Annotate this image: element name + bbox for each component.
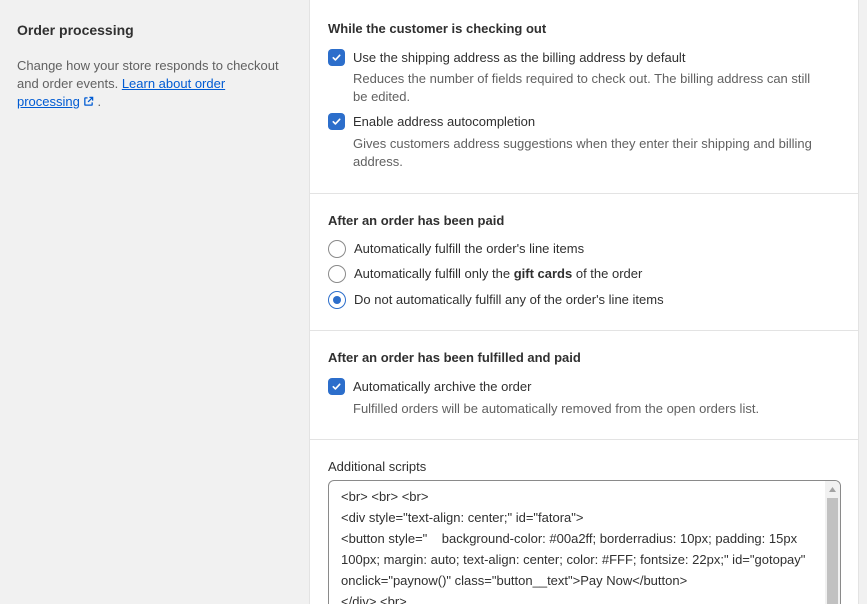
script-content[interactable]: <br> <br> <br> <div style="text-align: ce… [341,486,821,604]
do-not-fulfill-label[interactable]: Do not automatically fulfill any of the … [354,291,664,309]
script-line-3[interactable]: <button style=" background-color: #00a2f… [341,528,821,591]
checkmark-icon [332,383,341,390]
settings-card: While the customer is checking out Use t… [309,0,859,604]
shipping-as-billing-help: Reduces the number of fields required to… [353,71,811,104]
textarea-scrollbar[interactable] [825,481,840,604]
divider [310,439,858,440]
fulfill-gift-cards-radio[interactable] [328,265,346,283]
paid-heading: After an order has been paid [328,213,505,228]
checkmark-icon [332,118,341,125]
gift-cards-label-bold[interactable]: gift cards [514,266,573,281]
address-autocompletion-option[interactable]: Enable address autocompletion [328,113,535,131]
checkmark-icon [332,54,341,61]
checkout-heading: While the customer is checking out [328,21,547,36]
additional-scripts-label: Additional scripts [328,459,427,474]
external-link-icon [83,94,94,112]
fulfill-all-option[interactable]: Automatically fulfill the order's line i… [328,240,584,258]
scroll-up-arrow-icon[interactable] [825,481,840,497]
fulfill-gift-cards-option[interactable]: Automatically fulfill only the gift card… [328,265,642,283]
shipping-as-billing-checkbox[interactable] [328,49,345,66]
auto-archive-checkbox[interactable] [328,378,345,395]
address-autocompletion-label[interactable]: Enable address autocompletion [353,113,535,131]
section-info: Order processing Change how your store r… [17,20,287,112]
fulfill-gift-cards-label[interactable]: Automatically fulfill only the gift card… [354,265,642,283]
script-line-4[interactable]: </div> <br> [341,591,821,604]
script-line-1[interactable]: <br> <br> <br> [341,486,821,507]
description-period: . [97,94,102,109]
section-title: Order processing [17,22,134,38]
additional-scripts-textarea[interactable]: <br> <br> <br> <div style="text-align: ce… [328,480,841,604]
auto-archive-label[interactable]: Automatically archive the order [353,378,531,396]
shipping-as-billing-option[interactable]: Use the shipping address as the billing … [328,49,685,67]
gift-cards-label-before[interactable]: Automatically fulfill only the [354,266,510,281]
do-not-fulfill-radio[interactable] [328,291,346,309]
scrollbar-thumb[interactable] [827,498,838,604]
divider [310,193,858,194]
learn-more-link-text-1[interactable]: Learn about order [122,76,225,91]
fulfill-all-label[interactable]: Automatically fulfill the order's line i… [354,240,584,258]
fulfilled-heading: After an order has been fulfilled and pa… [328,350,581,365]
address-autocompletion-checkbox[interactable] [328,113,345,130]
script-line-2[interactable]: <div style="text-align: center;" id="fat… [341,507,821,528]
section-description: Change how your store responds to checko… [17,57,287,112]
address-autocompletion-help: Gives customers address suggestions when… [353,136,812,169]
fulfill-all-radio[interactable] [328,240,346,258]
auto-archive-option[interactable]: Automatically archive the order [328,378,531,396]
learn-more-link-text-2[interactable]: processing [17,94,80,109]
divider [310,330,858,331]
do-not-fulfill-option[interactable]: Do not automatically fulfill any of the … [328,291,664,309]
auto-archive-help: Fulfilled orders will be automatically r… [353,401,760,416]
shipping-as-billing-label[interactable]: Use the shipping address as the billing … [353,49,685,67]
gift-cards-label-after[interactable]: of the order [576,266,643,281]
